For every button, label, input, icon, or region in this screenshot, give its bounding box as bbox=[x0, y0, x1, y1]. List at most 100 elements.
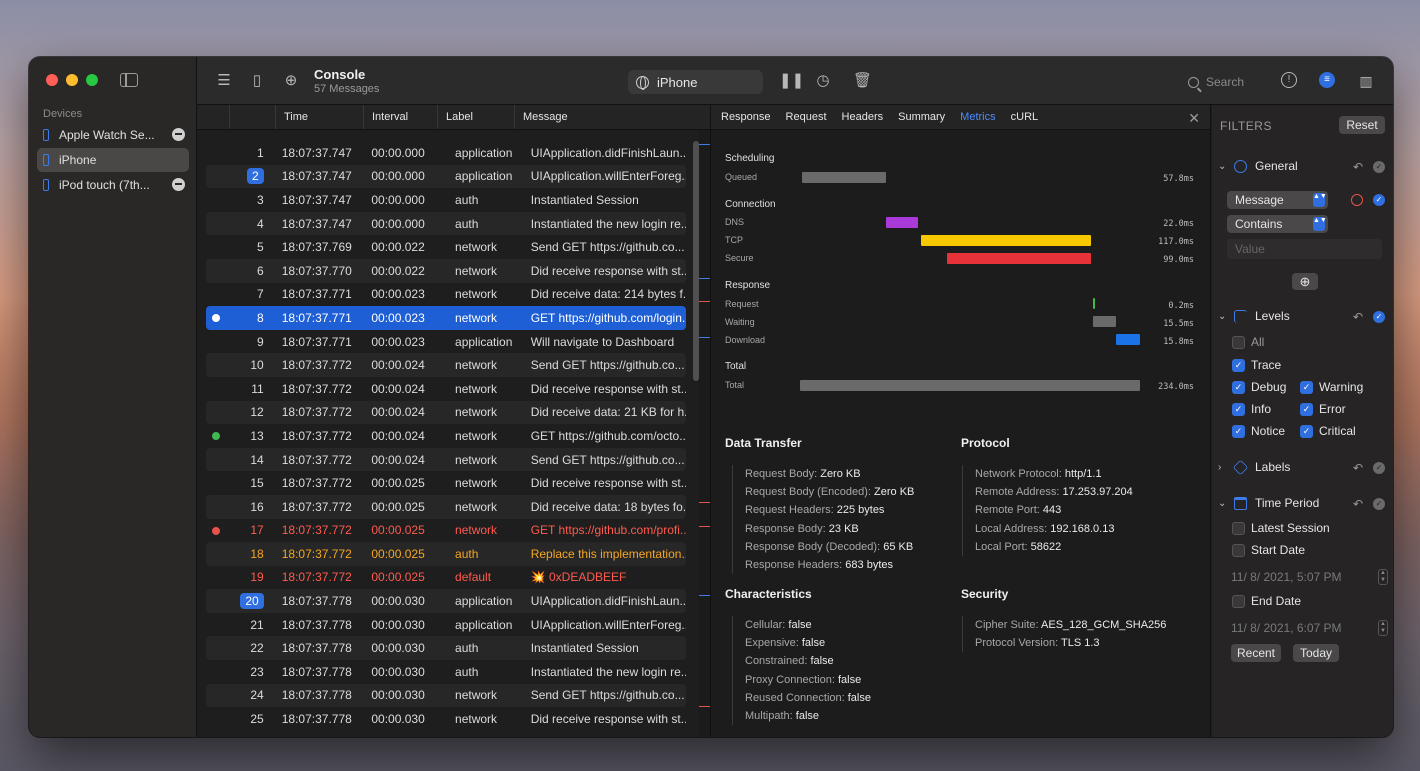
table-row[interactable]: 25 18:07:37.778 00:00.030 network Did receiv… bbox=[206, 707, 686, 731]
document-icon[interactable]: ▯ bbox=[248, 72, 266, 90]
end-date-field[interactable]: 11/ 8/ 2021, 6:07 PM bbox=[1231, 618, 1369, 638]
device-item-ipod[interactable]: iPod touch (7th... bbox=[37, 173, 189, 197]
trash-icon[interactable]: 🗑 bbox=[853, 72, 872, 90]
info-icon[interactable]: ! bbox=[1281, 72, 1297, 88]
table-row[interactable]: 3 18:07:37.747 00:00.000 auth Instantiated S… bbox=[206, 188, 686, 212]
end-date-checkbox[interactable]: End Date bbox=[1232, 594, 1301, 608]
undo-icon[interactable]: ↶ bbox=[1353, 310, 1363, 324]
table-row[interactable]: 2 18:07:37.747 00:00.000 application UIAppli… bbox=[206, 164, 686, 189]
close-icon[interactable]: ✕ bbox=[1188, 110, 1200, 127]
undo-icon[interactable]: ↶ bbox=[1353, 160, 1363, 174]
table-row[interactable]: 7 18:07:37.771 00:00.023 network Did receive… bbox=[206, 283, 686, 307]
reset-button[interactable]: Reset bbox=[1339, 116, 1385, 134]
table-row[interactable]: 1 18:07:37.747 00:00.000 application UIAppli… bbox=[206, 141, 686, 165]
start-date-checkbox[interactable]: Start Date bbox=[1232, 543, 1305, 557]
table-row[interactable]: 18 18:07:37.772 00:00.025 auth Replace this … bbox=[206, 542, 686, 566]
tab-metrics[interactable]: Metrics bbox=[960, 111, 995, 123]
level-critical[interactable]: ✓ Critical bbox=[1300, 424, 1356, 438]
zoom-window-button[interactable] bbox=[86, 74, 98, 86]
labels-section-header[interactable]: › Labels bbox=[1218, 459, 1290, 475]
inspector-toggle-icon[interactable]: ▥ bbox=[1357, 72, 1375, 90]
latest-session-checkbox[interactable]: Latest Session bbox=[1232, 521, 1330, 535]
field-select[interactable]: Message ▲▼ bbox=[1227, 191, 1328, 209]
table-row[interactable]: 20 18:07:37.778 00:00.030 application UIAppl… bbox=[206, 589, 686, 613]
start-date-field[interactable]: 11/ 8/ 2021, 5:07 PM bbox=[1231, 567, 1369, 587]
pause-icon[interactable]: ❚❚ bbox=[779, 72, 804, 90]
col-index[interactable] bbox=[229, 105, 275, 129]
table-row[interactable]: 17 18:07:37.772 00:00.025 network GET https:… bbox=[206, 519, 686, 543]
general-section-header[interactable]: ⌄ General bbox=[1218, 159, 1298, 173]
level-notice[interactable]: ✓ Notice bbox=[1232, 424, 1285, 438]
kv-key: Cellular: bbox=[745, 619, 786, 631]
start-date-stepper[interactable]: ▲ ▼ bbox=[1378, 569, 1388, 585]
table-row[interactable]: 12 18:07:37.772 00:00.024 network Did receiv… bbox=[206, 400, 686, 425]
table-row[interactable]: 14 18:07:37.772 00:00.024 network Send GET h… bbox=[206, 447, 686, 472]
time-period-check-icon[interactable]: ✓ bbox=[1373, 498, 1385, 510]
tab-request[interactable]: Request bbox=[786, 111, 827, 123]
col-message[interactable]: Message bbox=[514, 105, 710, 129]
table-row[interactable]: 8 18:07:37.771 00:00.023 network GET https:/… bbox=[206, 306, 686, 330]
device-item-iphone[interactable]: iPhone bbox=[37, 148, 189, 172]
eject-icon[interactable] bbox=[172, 128, 185, 141]
tab-summary[interactable]: Summary bbox=[898, 111, 945, 123]
check-circle-icon[interactable]: ✓ bbox=[1373, 161, 1385, 173]
level-error[interactable]: ✓ Error bbox=[1300, 402, 1346, 416]
device-selector[interactable]: iPhone bbox=[628, 70, 763, 94]
col-label[interactable]: Label bbox=[437, 105, 514, 129]
level-all[interactable]: All bbox=[1232, 335, 1264, 349]
kv-key: Protocol Version: bbox=[975, 637, 1059, 650]
table-row[interactable]: 6 18:07:37.770 00:00.022 network Did receive… bbox=[206, 258, 686, 283]
row-time: 18:07:37.772 bbox=[281, 452, 352, 467]
table-row[interactable]: 22 18:07:37.778 00:00.030 auth Instantiated … bbox=[206, 636, 686, 661]
time-period-section-header[interactable]: ⌄ Time Period bbox=[1218, 496, 1319, 510]
levels-check-icon[interactable]: ✓ bbox=[1373, 311, 1385, 323]
sidebar-toggle-icon[interactable] bbox=[120, 73, 138, 87]
col-status[interactable] bbox=[197, 105, 229, 129]
table-row[interactable]: 15 18:07:37.772 00:00.025 network Did receiv… bbox=[206, 471, 686, 495]
eject-icon[interactable] bbox=[172, 178, 185, 191]
enabled-check-icon[interactable]: ✓ bbox=[1373, 194, 1385, 206]
operator-select[interactable]: Contains ▲▼ bbox=[1227, 215, 1328, 233]
tab-response[interactable]: Response bbox=[721, 111, 771, 123]
filter-icon[interactable]: ≡ bbox=[1319, 72, 1335, 88]
history-clock-icon[interactable]: ◷ bbox=[814, 72, 832, 90]
col-interval[interactable]: Interval bbox=[363, 105, 437, 129]
tab-curl[interactable]: cURL bbox=[1011, 111, 1039, 123]
end-date-stepper[interactable]: ▲ ▼ bbox=[1378, 620, 1388, 636]
undo-icon[interactable]: ↶ bbox=[1353, 497, 1363, 511]
minimize-window-button[interactable] bbox=[66, 74, 78, 86]
remove-filter-icon[interactable] bbox=[1351, 194, 1363, 206]
table-row[interactable]: 10 18:07:37.772 00:00.024 network Send GET h… bbox=[206, 353, 686, 377]
level-warning[interactable]: ✓ Warning bbox=[1300, 380, 1363, 394]
levels-section-header[interactable]: ⌄ Levels bbox=[1218, 309, 1290, 323]
kv-value: http/1.1 bbox=[1064, 468, 1102, 480]
table-row[interactable]: 21 18:07:37.778 00:00.030 application UIAppl… bbox=[206, 613, 686, 637]
undo-icon[interactable]: ↶ bbox=[1353, 461, 1363, 475]
labels-check-icon[interactable]: ✓ bbox=[1373, 462, 1385, 474]
recent-button[interactable]: Recent bbox=[1231, 644, 1281, 662]
table-row[interactable]: 11 18:07:37.772 00:00.024 network Did receiv… bbox=[206, 377, 686, 401]
close-window-button[interactable] bbox=[46, 74, 58, 86]
today-button[interactable]: Today bbox=[1293, 644, 1339, 662]
table-row[interactable]: 9 18:07:37.771 00:00.023 application Will na… bbox=[206, 330, 686, 354]
add-filter-button[interactable]: ⊕ bbox=[1292, 273, 1318, 290]
network-globe-icon[interactable]: ⊕ bbox=[282, 72, 300, 90]
row-message: Send GET https://github.co... bbox=[530, 452, 685, 467]
table-row[interactable]: 24 18:07:37.778 00:00.030 network Send GET h… bbox=[206, 683, 686, 708]
tab-headers[interactable]: Headers bbox=[842, 111, 884, 123]
level-trace[interactable]: ✓ Trace bbox=[1232, 358, 1281, 372]
list-icon[interactable]: ☰ bbox=[215, 72, 233, 90]
table-row[interactable]: 5 18:07:37.769 00:00.022 network Send GET ht… bbox=[206, 235, 686, 259]
search-input[interactable]: Search bbox=[1182, 70, 1262, 94]
level-debug[interactable]: ✓ Debug bbox=[1232, 380, 1286, 394]
row-message: Instantiated the new login re... bbox=[530, 664, 686, 679]
table-row[interactable]: 4 18:07:37.747 00:00.000 auth Instantiated t… bbox=[206, 211, 686, 236]
value-input[interactable]: Value bbox=[1227, 239, 1382, 259]
table-row[interactable]: 23 18:07:37.778 00:00.030 auth Instantiated … bbox=[206, 660, 686, 684]
table-row[interactable]: 16 18:07:37.772 00:00.025 network Did receiv… bbox=[206, 494, 686, 519]
device-item-watch[interactable]: Apple Watch Se... bbox=[37, 123, 189, 147]
level-info[interactable]: ✓ Info bbox=[1232, 402, 1271, 416]
table-row[interactable]: 19 18:07:37.772 00:00.025 default 💥 0xDEADBE… bbox=[206, 566, 686, 590]
col-time[interactable]: Time bbox=[275, 105, 363, 129]
table-row[interactable]: 13 18:07:37.772 00:00.024 network GET https:… bbox=[206, 424, 686, 448]
